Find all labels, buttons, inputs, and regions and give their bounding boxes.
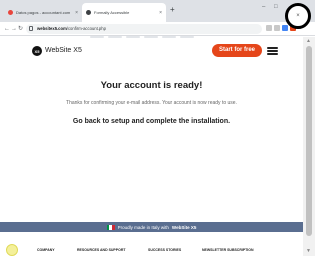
bookmark-star-icon[interactable] [274,25,280,31]
footer-success-stories[interactable]: SUCCESS STORIES [148,248,181,252]
hamburger-menu-icon[interactable] [267,47,278,55]
bookmark-item[interactable] [162,36,176,38]
bookmark-item[interactable] [108,36,122,38]
website-x5-logo-icon[interactable]: X5 [32,46,42,56]
forward-icon[interactable]: → [11,25,17,33]
url-bar[interactable]: websitex5.com/confirm-account.php [26,24,262,34]
bookmark-item[interactable] [144,36,158,38]
tab-close-icon[interactable]: × [75,10,78,16]
made-in-text: Proudly made in Italy with [117,224,169,230]
reload-icon[interactable]: ↻ [18,25,23,33]
scroll-up-icon[interactable]: ▲ [306,39,311,44]
url-text: websitex5.com/confirm-account.php [37,25,106,33]
italy-flag-icon [106,224,115,230]
page-title: Your account is ready! [100,80,203,91]
tab-formally-accessible[interactable]: Formally Accessible × [82,3,166,22]
go-back-instruction: Go back to setup and complete the instal… [72,118,231,125]
made-in-brand: WebSite X5 [171,224,197,230]
tab-label: Formally Accessible [94,10,130,15]
close-icon: × [296,13,300,19]
tab-close-icon[interactable]: × [159,10,162,16]
window-close-button[interactable]: × [285,3,311,29]
tab-favicon-icon [86,10,91,15]
address-toolbar: ← → ↻ websitex5.com/confirm-account.php [0,22,315,36]
back-icon[interactable]: ← [4,25,10,33]
maximize-icon[interactable]: □ [274,4,278,10]
chat-helper-icon[interactable] [6,244,18,256]
start-for-free-button[interactable]: Start for free [212,44,262,57]
tab-accountant[interactable]: Datos pagos - accountant.com × [4,3,82,22]
url-domain: websitex5.com [37,26,67,31]
browser-tab-strip: Datos pagos - accountant.com × Formally … [0,0,315,22]
url-path: /confirm-account.php [66,26,106,31]
footer-newsletter[interactable]: NEWSLETTER SUBSCRIPTION [202,248,254,252]
profile-icon[interactable] [282,25,288,31]
logo-text[interactable]: WebSite X5 [45,47,82,54]
new-tab-button[interactable]: + [170,6,175,14]
footer-resources-support[interactable]: RESOURCES AND SUPPORT [77,248,126,252]
site-footer [0,232,303,256]
footer-company[interactable]: COMPANY [37,248,55,252]
scroll-thumb[interactable] [306,46,312,236]
page-scrollbar[interactable]: ▲ ▼ [303,37,315,256]
tab-label: Datos pagos - accountant.com [16,10,71,15]
extension-icon[interactable] [266,25,272,31]
bookmark-item[interactable] [180,36,194,38]
bookmarks-bar [90,36,194,38]
tab-favicon-icon [8,10,13,15]
bookmark-item[interactable] [126,36,140,38]
minimize-icon[interactable]: – [262,4,265,10]
bookmark-item[interactable] [90,36,104,38]
confirmation-message: Thanks for confirming your e-mail addres… [66,100,237,106]
lock-icon [29,26,33,31]
scroll-down-icon[interactable]: ▼ [306,249,311,254]
made-in-italy-banner: Proudly made in Italy with WebSite X5 [0,222,303,232]
